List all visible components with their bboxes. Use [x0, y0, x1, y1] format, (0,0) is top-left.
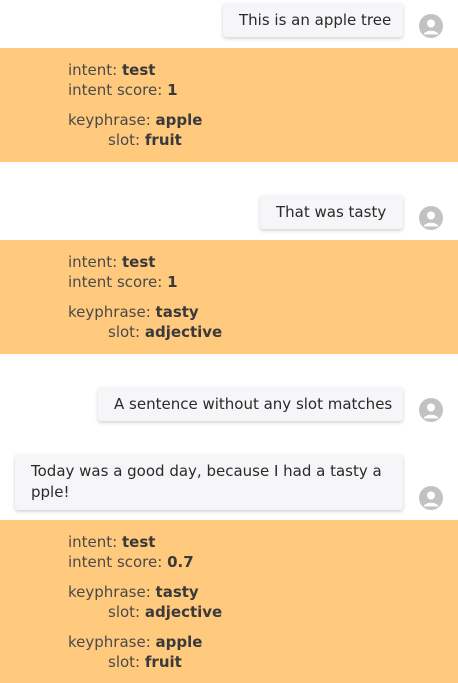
intent-value: test — [122, 533, 156, 551]
user-avatar-icon — [419, 398, 443, 422]
intent-score-value: 1 — [167, 273, 178, 291]
slot-line: slot: adjective — [108, 602, 222, 622]
message-row: That was tasty — [0, 162, 458, 240]
intent-score-value: 0.7 — [167, 553, 194, 571]
intent-line: intent: test — [68, 60, 155, 80]
intent-score-label: intent score: — [68, 273, 163, 291]
slot-label: slot: — [108, 603, 141, 621]
keyphrase-value: tasty — [155, 303, 199, 321]
user-avatar-icon — [419, 14, 443, 38]
intent-line: intent: test — [68, 252, 155, 272]
message-bubble: A sentence without any slot matches — [98, 387, 403, 421]
message-bubble: That was tasty — [260, 195, 403, 229]
keyphrase-label: keyphrase: — [68, 111, 151, 129]
intent-label: intent: — [68, 253, 118, 271]
analysis-panel: intent: test intent score: 1 keyphrase: … — [0, 240, 458, 354]
keyphrase-line: keyphrase: apple — [68, 632, 202, 652]
message-row: Today was a good day, because I had a ta… — [0, 434, 458, 520]
keyphrase-value: apple — [155, 633, 203, 651]
intent-score-line: intent score: 1 — [68, 80, 178, 100]
analysis-panel: intent: test intent score: 1 keyphrase: … — [0, 48, 458, 162]
keyphrase-label: keyphrase: — [68, 633, 151, 651]
intent-line: intent: test — [68, 532, 155, 552]
message-bubble: This is an apple tree — [223, 3, 403, 37]
intent-label: intent: — [68, 533, 118, 551]
slot-value: fruit — [144, 131, 182, 149]
message-bubble: Today was a good day, because I had a ta… — [15, 454, 403, 510]
intent-score-label: intent score: — [68, 553, 163, 571]
message-text: This is an apple tree — [239, 11, 392, 29]
analysis-panel: intent: test intent score: 0.7 keyphrase… — [0, 520, 458, 683]
keyphrase-label: keyphrase: — [68, 303, 151, 321]
slot-line: slot: fruit — [108, 652, 182, 672]
intent-value: test — [122, 61, 156, 79]
message-text: That was tasty — [276, 203, 387, 221]
slot-value: adjective — [144, 603, 223, 621]
slot-line: slot: fruit — [108, 130, 182, 150]
intent-label: intent: — [68, 61, 118, 79]
user-avatar-icon — [419, 486, 443, 510]
intent-score-line: intent score: 1 — [68, 272, 178, 292]
intent-score-line: intent score: 0.7 — [68, 552, 194, 572]
message-text: A sentence without any slot matches — [114, 395, 393, 413]
user-avatar-icon — [419, 206, 443, 230]
slot-label: slot: — [108, 131, 141, 149]
intent-score-value: 1 — [167, 81, 178, 99]
slot-value: fruit — [144, 653, 182, 671]
message-text: Today was a good day, because I had a ta… — [31, 462, 382, 501]
slot-line: slot: adjective — [108, 322, 222, 342]
intent-score-label: intent score: — [68, 81, 163, 99]
message-row: A sentence without any slot matches — [0, 354, 458, 434]
keyphrase-value: apple — [155, 111, 203, 129]
message-row: This is an apple tree — [0, 0, 458, 48]
keyphrase-label: keyphrase: — [68, 583, 151, 601]
slot-label: slot: — [108, 653, 141, 671]
keyphrase-line: keyphrase: apple — [68, 110, 202, 130]
keyphrase-value: tasty — [155, 583, 199, 601]
intent-value: test — [122, 253, 156, 271]
slot-value: adjective — [144, 323, 223, 341]
keyphrase-line: keyphrase: tasty — [68, 302, 199, 322]
slot-label: slot: — [108, 323, 141, 341]
keyphrase-line: keyphrase: tasty — [68, 582, 199, 602]
